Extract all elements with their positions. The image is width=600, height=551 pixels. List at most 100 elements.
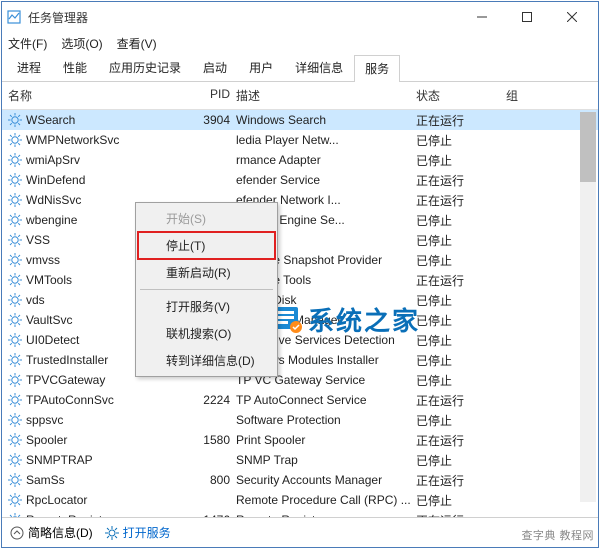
menu-file[interactable]: 文件(F) bbox=[8, 35, 47, 52]
cell-pid: 800 bbox=[194, 473, 236, 487]
table-row[interactable]: VaultSvcCredential Manager已停止 bbox=[2, 310, 598, 330]
col-header-name[interactable]: 名称 bbox=[8, 87, 194, 104]
scrollbar[interactable] bbox=[580, 112, 596, 502]
table-row[interactable]: RemoteRegistry1476Remote Registry正在运行 bbox=[2, 510, 598, 517]
cell-status: 已停止 bbox=[416, 292, 506, 309]
context-search-online[interactable]: 联机搜索(O) bbox=[138, 320, 275, 347]
app-icon bbox=[6, 9, 22, 25]
table-row[interactable]: SNMPTRAPSNMP Trap已停止 bbox=[2, 450, 598, 470]
gear-icon bbox=[8, 313, 22, 327]
table-row[interactable]: TPVCGatewayTP VC Gateway Service已停止 bbox=[2, 370, 598, 390]
cell-status: 正在运行 bbox=[416, 432, 506, 449]
table-row[interactable]: TPAutoConnSvc2224TP AutoConnect Service正… bbox=[2, 390, 598, 410]
table-header: 名称 PID 描述 状态 组 bbox=[2, 82, 598, 110]
gear-icon bbox=[8, 493, 22, 507]
brief-info-label: 简略信息(D) bbox=[28, 524, 93, 541]
table-row[interactable]: WMPNetworkSvcledia Player Netw...已停止 bbox=[2, 130, 598, 150]
tab-进程[interactable]: 进程 bbox=[6, 54, 52, 81]
col-header-status[interactable]: 状态 bbox=[416, 87, 506, 104]
col-header-desc[interactable]: 描述 bbox=[236, 87, 416, 104]
col-header-pid[interactable]: PID bbox=[194, 87, 236, 104]
content-area: 名称 PID 描述 状态 组 WSearch3904Windows Search… bbox=[2, 82, 598, 517]
table-row[interactable]: WinDefendefender Service正在运行 bbox=[2, 170, 598, 190]
maximize-button[interactable] bbox=[504, 3, 549, 31]
gear-icon bbox=[8, 413, 22, 427]
table-row[interactable]: VSS已停止 bbox=[2, 230, 598, 250]
task-manager-window: 任务管理器 文件(F) 选项(O) 查看(V) 进程性能应用历史记录启动用户详细… bbox=[1, 1, 599, 548]
cell-pid: 1580 bbox=[194, 433, 236, 447]
gear-icon bbox=[8, 273, 22, 287]
cell-status: 正在运行 bbox=[416, 112, 506, 129]
cell-status: 已停止 bbox=[416, 152, 506, 169]
gear-icon bbox=[8, 233, 22, 247]
minimize-button[interactable] bbox=[459, 3, 504, 31]
context-stop[interactable]: 停止(T) bbox=[138, 232, 275, 259]
table-row[interactable]: RpcLocatorRemote Procedure Call (RPC) ..… bbox=[2, 490, 598, 510]
menubar: 文件(F) 选项(O) 查看(V) bbox=[2, 32, 598, 54]
context-restart[interactable]: 重新启动(R) bbox=[138, 259, 275, 286]
cell-pid: 3904 bbox=[194, 113, 236, 127]
cell-desc: efender Service bbox=[236, 173, 416, 187]
cell-status: 已停止 bbox=[416, 492, 506, 509]
table-row[interactable]: vdsVirtual Disk已停止 bbox=[2, 290, 598, 310]
cell-name: SNMPTRAP bbox=[26, 453, 194, 467]
tab-应用历史记录[interactable]: 应用历史记录 bbox=[98, 54, 192, 81]
gear-icon bbox=[8, 253, 22, 267]
window-controls bbox=[459, 3, 594, 31]
cell-desc: rmance Adapter bbox=[236, 153, 416, 167]
cell-status: 正在运行 bbox=[416, 172, 506, 189]
cell-pid: 2224 bbox=[194, 393, 236, 407]
gear-icon bbox=[8, 213, 22, 227]
brief-info-toggle[interactable]: 简略信息(D) bbox=[10, 524, 93, 541]
scrollbar-thumb[interactable] bbox=[580, 112, 596, 182]
gear-icon bbox=[8, 173, 22, 187]
gear-icon bbox=[8, 353, 22, 367]
table-row[interactable]: sppsvcSoftware Protection已停止 bbox=[2, 410, 598, 430]
window-title: 任务管理器 bbox=[28, 9, 459, 26]
table-row[interactable]: TrustedInstallerWindows Modules Installe… bbox=[2, 350, 598, 370]
tab-性能[interactable]: 性能 bbox=[52, 54, 98, 81]
cell-status: 已停止 bbox=[416, 252, 506, 269]
cell-status: 正在运行 bbox=[416, 472, 506, 489]
gear-icon bbox=[8, 373, 22, 387]
gear-icon bbox=[8, 393, 22, 407]
menu-view[interactable]: 查看(V) bbox=[117, 35, 157, 52]
cell-status: 已停止 bbox=[416, 352, 506, 369]
table-row[interactable]: VMTools2016VMware Tools正在运行 bbox=[2, 270, 598, 290]
tab-详细信息[interactable]: 详细信息 bbox=[284, 54, 354, 81]
gear-icon bbox=[8, 193, 22, 207]
table-row[interactable]: WSearch3904Windows Search正在运行 bbox=[2, 110, 598, 130]
table-row[interactable]: WdNisSvcefender Network I...正在运行 bbox=[2, 190, 598, 210]
tab-服务[interactable]: 服务 bbox=[354, 55, 400, 82]
service-list[interactable]: WSearch3904Windows Search正在运行 WMPNetworkS… bbox=[2, 110, 598, 517]
cell-desc: Remote Procedure Call (RPC) ... bbox=[236, 493, 416, 507]
table-row[interactable]: wbengineBackup Engine Se...已停止 bbox=[2, 210, 598, 230]
cell-desc: TP AutoConnect Service bbox=[236, 393, 416, 407]
gear-icon bbox=[8, 113, 22, 127]
context-goto-details[interactable]: 转到详细信息(D) bbox=[138, 347, 275, 374]
col-header-group[interactable]: 组 bbox=[506, 87, 598, 104]
cell-desc: ledia Player Netw... bbox=[236, 133, 416, 147]
open-services-link[interactable]: 打开服务 bbox=[105, 524, 171, 541]
menu-options[interactable]: 选项(O) bbox=[61, 35, 102, 52]
cell-status: 正在运行 bbox=[416, 272, 506, 289]
table-row[interactable]: vmvssVMware Snapshot Provider已停止 bbox=[2, 250, 598, 270]
cell-name: WMPNetworkSvc bbox=[26, 133, 194, 147]
gear-icon bbox=[8, 293, 22, 307]
tab-启动[interactable]: 启动 bbox=[192, 54, 238, 81]
gear-icon bbox=[8, 473, 22, 487]
cell-status: 已停止 bbox=[416, 412, 506, 429]
close-button[interactable] bbox=[549, 3, 594, 31]
table-row[interactable]: SamSs800Security Accounts Manager正在运行 bbox=[2, 470, 598, 490]
cell-name: TPAutoConnSvc bbox=[26, 393, 194, 407]
gear-icon bbox=[8, 333, 22, 347]
context-open-services[interactable]: 打开服务(V) bbox=[138, 293, 275, 320]
table-row[interactable]: wmiApSrv rmance Adapter已停止 bbox=[2, 150, 598, 170]
chevron-up-icon bbox=[10, 526, 24, 540]
tabstrip: 进程性能应用历史记录启动用户详细信息服务 bbox=[2, 54, 598, 82]
tab-用户[interactable]: 用户 bbox=[238, 54, 284, 81]
cell-status: 已停止 bbox=[416, 232, 506, 249]
table-row[interactable]: UI0DetectInteractive Services Detection已… bbox=[2, 330, 598, 350]
cell-name: wmiApSrv bbox=[26, 153, 194, 167]
table-row[interactable]: Spooler1580Print Spooler正在运行 bbox=[2, 430, 598, 450]
